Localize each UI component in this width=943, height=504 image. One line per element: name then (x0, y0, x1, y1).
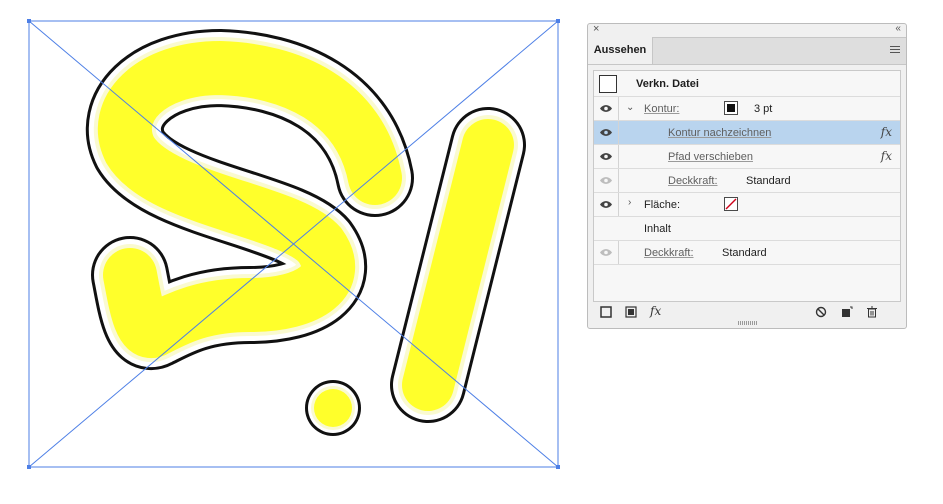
fill-color-swatch[interactable] (724, 197, 738, 211)
fill-label[interactable]: Fläche: (644, 199, 680, 211)
add-fill-icon[interactable] (625, 306, 637, 318)
artwork-canvas[interactable] (0, 0, 590, 504)
clear-appearance-icon[interactable] (815, 306, 827, 318)
fx-icon[interactable]: fx (881, 149, 892, 163)
content-row[interactable]: Inhalt (594, 217, 900, 241)
object-opacity-row[interactable]: Deckkraft: Standard (594, 241, 900, 265)
appearance-list: Verkn. Datei ⌄ Kontur: 3 pt Kontur nachz… (593, 70, 901, 302)
eye-icon[interactable] (600, 176, 612, 185)
eye-icon[interactable] (600, 104, 612, 113)
panel-bottom-toolbar: fx (588, 304, 906, 322)
collapse-icon[interactable]: ‹‹ (895, 23, 901, 34)
effect-row[interactable]: Pfad verschieben fx (594, 145, 900, 169)
object-type-label: Verkn. Datei (636, 78, 699, 90)
stroke-weight-value[interactable]: 3 pt (754, 103, 772, 115)
effect-label[interactable]: Kontur nachzeichnen (668, 127, 771, 139)
opacity-value: Standard (722, 247, 767, 259)
content-label: Inhalt (644, 223, 671, 235)
panel-titlebar: × ‹‹ (588, 23, 906, 37)
stroke-label[interactable]: Kontur: (644, 103, 679, 115)
resize-grip[interactable] (738, 321, 758, 325)
add-effect-icon[interactable]: fx (650, 304, 666, 318)
chevron-right-icon[interactable]: › (628, 197, 631, 208)
opacity-label[interactable]: Deckkraft: (668, 175, 718, 187)
close-icon[interactable]: × (593, 23, 599, 35)
stroke-row[interactable]: ⌄ Kontur: 3 pt (594, 97, 900, 121)
appearance-panel: × ‹‹ Aussehen Verkn. Datei ⌄ Kontur: 3 p… (587, 23, 907, 329)
opacity-value: Standard (746, 175, 791, 187)
delete-item-icon[interactable] (866, 306, 878, 318)
opacity-label[interactable]: Deckkraft: (644, 247, 694, 259)
tab-appearance[interactable]: Aussehen (588, 37, 653, 64)
eye-icon[interactable] (600, 128, 612, 137)
eye-icon[interactable] (600, 248, 612, 257)
fx-icon[interactable]: fx (881, 125, 892, 139)
stroke-color-swatch[interactable] (724, 101, 738, 115)
artwork-thick (86, 29, 526, 436)
fill-row[interactable]: › Fläche: (594, 193, 900, 217)
appearance-header-row: Verkn. Datei (594, 71, 900, 97)
add-stroke-icon[interactable] (600, 306, 612, 318)
eye-icon[interactable] (600, 152, 612, 161)
chevron-down-icon[interactable]: ⌄ (626, 102, 634, 113)
panel-menu-icon[interactable] (890, 46, 900, 54)
effect-label[interactable]: Pfad verschieben (668, 151, 753, 163)
effect-row-selected[interactable]: Kontur nachzeichnen fx (594, 121, 900, 145)
eye-icon[interactable] (600, 200, 612, 209)
duplicate-item-icon[interactable] (841, 306, 853, 318)
object-thumbnail (599, 75, 617, 93)
tab-bar: Aussehen (588, 37, 906, 65)
stroke-opacity-row[interactable]: Deckkraft: Standard (594, 169, 900, 193)
